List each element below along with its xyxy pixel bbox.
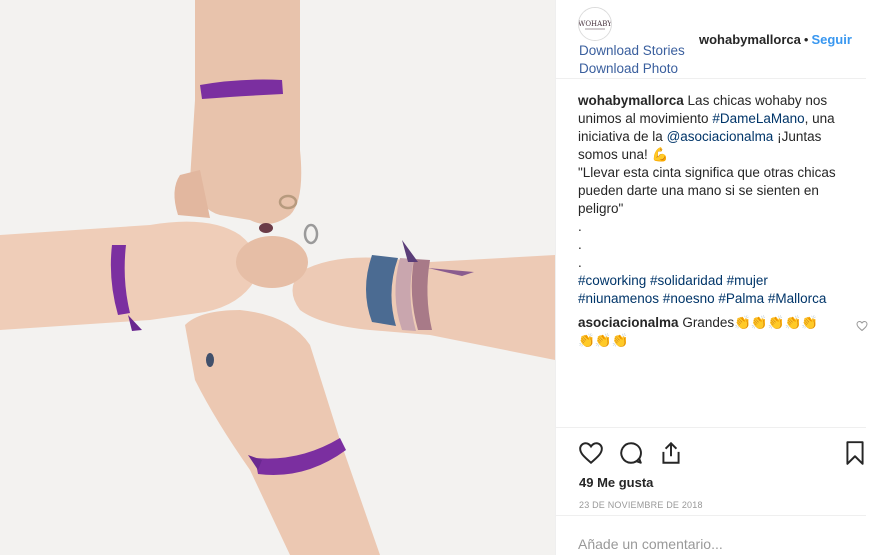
caption-line7: peligro": [578, 201, 624, 216]
post-header: WOHABY Download Stories Download Photo w…: [556, 0, 866, 79]
comment-item: asociacionalma Grandes👏👏👏👏👏 👏👏👏: [578, 314, 868, 350]
post-username[interactable]: wohabymallorca: [699, 32, 801, 47]
likes-count[interactable]: 49 Me gusta: [579, 475, 653, 490]
heart-icon[interactable]: [578, 440, 604, 466]
hands-ribbons-image: [0, 0, 555, 555]
avatar-text: WOHABY: [579, 20, 611, 28]
comment-like-heart-icon[interactable]: [856, 320, 868, 332]
comment-text-line2: 👏👏👏: [578, 333, 629, 348]
post-photo[interactable]: [0, 0, 555, 555]
caption-line1: Las chicas wohaby nos: [683, 93, 828, 108]
caption-line3-post: ¡Juntas: [773, 129, 822, 144]
caption-line4: somos una! 💪: [578, 147, 669, 162]
add-comment-section: [556, 515, 866, 556]
comment-username[interactable]: asociacionalma: [578, 315, 679, 330]
post-date: 23 DE NOVIEMBRE DE 2018: [579, 500, 703, 510]
caption-dot: .: [578, 237, 582, 252]
caption-line2-post: , una: [804, 111, 835, 126]
caption-username[interactable]: wohabymallorca: [578, 93, 684, 108]
comment-icon[interactable]: [618, 440, 644, 466]
username-line: wohabymallorca • Seguir: [699, 32, 852, 47]
caption-line3-pre: iniciativa de la: [578, 129, 667, 144]
follow-button[interactable]: Seguir: [811, 32, 851, 47]
download-links: Download Stories Download Photo: [579, 42, 685, 78]
caption-dot: .: [578, 255, 582, 270]
comments-area: wohabymallorca Las chicas wohaby nos uni…: [578, 92, 868, 350]
post-side-panel: WOHABY Download Stories Download Photo w…: [555, 0, 877, 555]
separator-dot: •: [803, 32, 809, 47]
caption: wohabymallorca Las chicas wohaby nos uni…: [578, 92, 860, 308]
download-photo-link[interactable]: Download Photo: [579, 60, 685, 78]
download-stories-link[interactable]: Download Stories: [579, 42, 685, 60]
hashtags-line1[interactable]: #coworking #solidaridad #mujer: [578, 272, 860, 290]
brand-logo-icon: WOHABY: [579, 8, 611, 40]
hashtags-line2[interactable]: #niunamenos #noesno #Palma #Mallorca: [578, 290, 860, 308]
caption-line6: pueden darte una mano si se sienten en: [578, 183, 819, 198]
hashtag-damelamano[interactable]: #DameLaMano: [712, 111, 804, 126]
caption-line5: "Llevar esta cinta significa que otras c…: [578, 165, 836, 180]
comment-input[interactable]: [578, 536, 848, 552]
comment-text-line1: Grandes👏👏👏👏👏: [678, 315, 819, 330]
avatar[interactable]: WOHABY: [578, 7, 612, 41]
share-icon[interactable]: [658, 440, 684, 466]
caption-line2-pre: unimos al movimiento: [578, 111, 713, 126]
caption-dot: .: [578, 219, 582, 234]
mention-asociacionalma[interactable]: @asociacionalma: [667, 129, 774, 144]
bookmark-icon[interactable]: [842, 440, 868, 466]
